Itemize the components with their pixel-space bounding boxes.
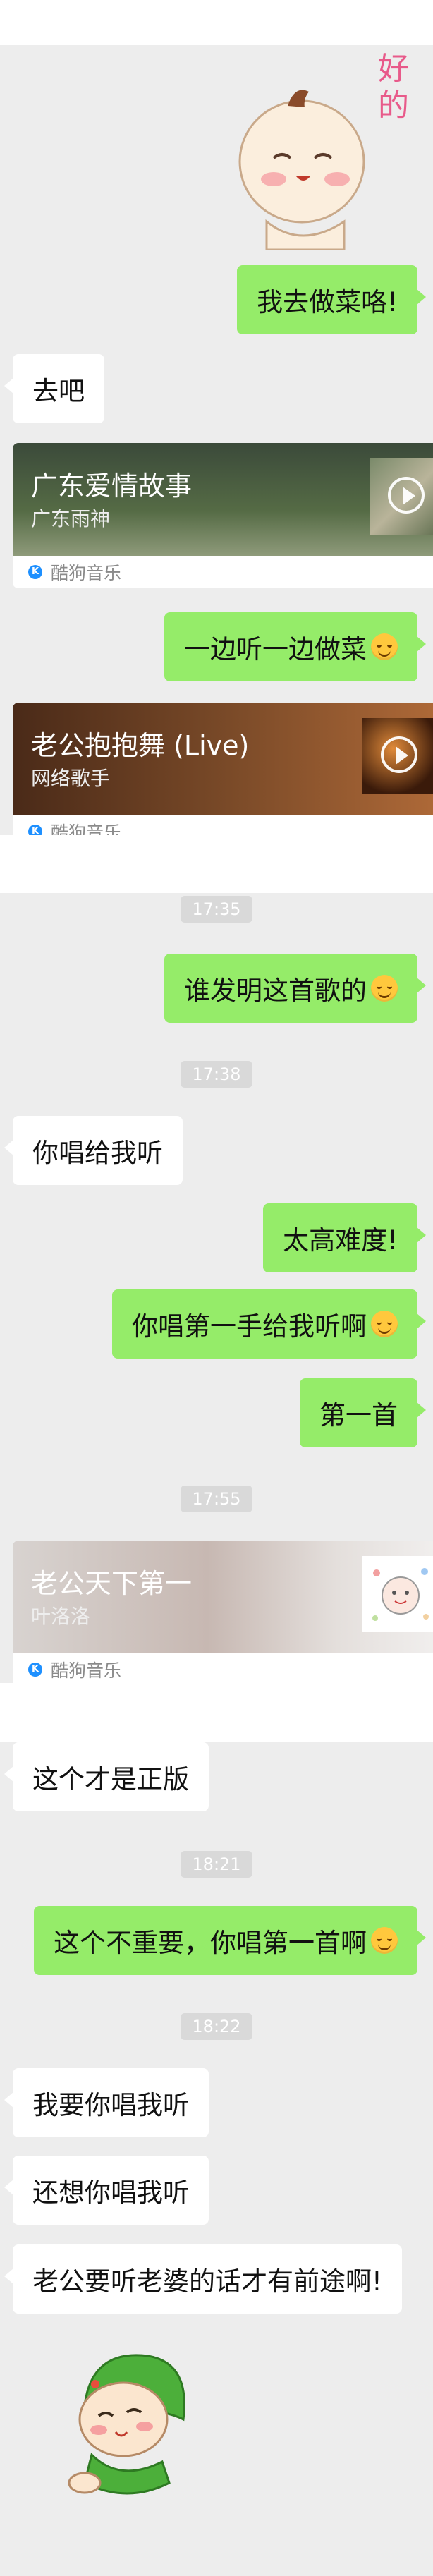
album-art [362, 718, 433, 794]
message-bubble-in[interactable]: 你唱给我听 [4, 1116, 183, 1185]
timestamp: 18:21 [181, 1851, 252, 1878]
song-title: 老公天下第一 [31, 1568, 193, 1599]
song-artist: 叶洛洛 [31, 1605, 91, 1628]
message-text: 你唱第一手给我听啊 [132, 1311, 367, 1342]
green-baby-sticker-image [68, 2354, 185, 2495]
timestamp: 18:22 [181, 2013, 252, 2040]
message-text: 这个不重要，你唱第一首啊 [54, 1928, 367, 1958]
chat-section-3: 这个才是正版 18:21 这个不重要，你唱第一首啊 18:22 我要你唱我听 还… [0, 1742, 433, 2576]
kugou-icon: K [28, 565, 42, 579]
message-text: 你唱给我听 [32, 1138, 163, 1168]
message-text: 老公要听老婆的话才有前途啊! [32, 2266, 382, 2297]
timestamp: 17:55 [181, 1486, 252, 1512]
message-bubble-out[interactable]: 太高难度! [263, 1203, 426, 1272]
message-text: 谁发明这首歌的 [184, 976, 367, 1006]
message-text: 这个才是正版 [32, 1764, 189, 1794]
timestamp: 17:35 [181, 896, 252, 923]
sticker-char-2: 的 [378, 87, 409, 123]
music-card-cover: 老公抱抱舞 (Live) 网络歌手 [13, 703, 433, 815]
message-bubble-in[interactable]: 老公要听老婆的话才有前途啊! [4, 2244, 402, 2314]
chat-section-1: 好 的 我去做菜咯! 去吧 广东爱情故事 广东雨神 K 酷狗音乐 一边听一边做菜… [0, 45, 433, 835]
source-label: 酷狗音乐 [51, 1660, 122, 1681]
sticker-baby-ok[interactable]: 好 的 [217, 45, 422, 251]
song-title: 老公抱抱舞 (Live) [31, 730, 250, 761]
smile-emoji [371, 1927, 398, 1954]
message-text: 第一首 [319, 1400, 398, 1430]
chat-section-2: 17:35 谁发明这首歌的 17:38 你唱给我听 太高难度! 你唱第一手给我听… [0, 893, 433, 1683]
song-artist: 网络歌手 [31, 767, 111, 790]
message-bubble-out[interactable]: 一边听一边做菜 [164, 612, 426, 681]
message-bubble-out[interactable]: 我去做菜咯! [237, 265, 426, 334]
music-card-footer: K 酷狗音乐 [13, 815, 433, 835]
message-text: 太高难度! [283, 1225, 398, 1256]
play-icon[interactable] [388, 477, 425, 514]
kugou-icon: K [28, 1663, 42, 1677]
message-bubble-out[interactable]: 你唱第一手给我听啊 [112, 1289, 426, 1359]
message-bubble-in[interactable]: 去吧 [4, 354, 104, 423]
music-card[interactable]: 老公天下第一 叶洛洛 K 酷狗音乐 [13, 1541, 433, 1683]
source-label: 酷狗音乐 [51, 822, 122, 835]
message-bubble-out[interactable]: 第一首 [300, 1378, 426, 1447]
grin-emoji [371, 633, 398, 660]
song-artist: 广东雨神 [31, 507, 111, 530]
message-text: 一边听一边做菜 [184, 634, 367, 664]
timestamp: 17:38 [181, 1061, 252, 1088]
music-card-footer: K 酷狗音乐 [13, 1653, 433, 1683]
message-text: 去吧 [32, 376, 85, 406]
song-title: 广东爱情故事 [31, 470, 193, 502]
music-card[interactable]: 广东爱情故事 广东雨神 K 酷狗音乐 [13, 443, 433, 588]
message-text: 我要你唱我听 [32, 2090, 189, 2120]
sticker-green-baby[interactable] [56, 2342, 205, 2504]
message-bubble-in[interactable]: 这个才是正版 [4, 1742, 209, 1811]
message-bubble-in[interactable]: 我要你唱我听 [4, 2068, 209, 2137]
kugou-icon: K [28, 825, 42, 835]
music-card-cover: 老公天下第一 叶洛洛 [13, 1541, 433, 1653]
laughing-emoji [371, 975, 398, 1002]
music-card[interactable]: 老公抱抱舞 (Live) 网络歌手 K 酷狗音乐 [13, 703, 433, 835]
source-label: 酷狗音乐 [51, 563, 122, 583]
message-bubble-out[interactable]: 这个不重要，你唱第一首啊 [34, 1906, 426, 1975]
smile-emoji [371, 1311, 398, 1337]
album-art [370, 458, 433, 535]
message-text: 我去做菜咯! [257, 287, 398, 317]
album-art-sketch [372, 1568, 429, 1621]
music-card-footer: K 酷狗音乐 [13, 556, 433, 588]
message-text: 还想你唱我听 [32, 2177, 189, 2208]
message-bubble-out[interactable]: 谁发明这首歌的 [164, 954, 426, 1023]
album-art [362, 1556, 433, 1632]
music-card-cover: 广东爱情故事 广东雨神 [13, 443, 433, 556]
message-bubble-in[interactable]: 还想你唱我听 [4, 2156, 209, 2225]
sticker-char-1: 好 [378, 51, 409, 87]
play-icon[interactable] [381, 736, 417, 773]
